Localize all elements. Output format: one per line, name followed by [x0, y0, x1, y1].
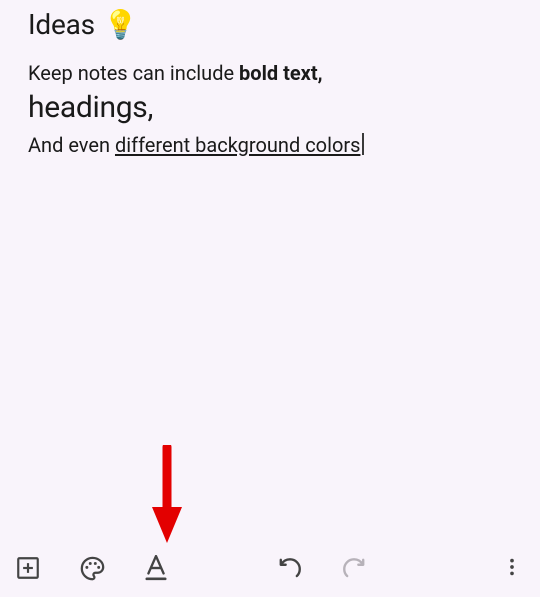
note-body[interactable]: Keep notes can include bold text, headin… — [28, 59, 512, 159]
bottom-toolbar — [0, 539, 540, 597]
text-format-icon — [145, 555, 167, 581]
note-line-3: And even different background colors — [28, 131, 512, 159]
undo-icon — [277, 555, 303, 581]
note-line3-underlined: different background colors — [115, 133, 360, 157]
note-line1-bold: bold text, — [239, 61, 323, 85]
red-arrow-annotation — [148, 445, 186, 549]
note-title-text: Ideas — [28, 8, 95, 41]
toolbar-left-group — [14, 554, 368, 582]
note-line3-prefix: And even — [28, 133, 115, 157]
overflow-menu-button[interactable] — [498, 554, 526, 582]
note-content: Ideas 💡 Keep notes can include bold text… — [0, 0, 540, 159]
note-line-1: Keep notes can include bold text, — [28, 59, 512, 87]
note-heading-line: headings, — [28, 89, 512, 127]
note-title[interactable]: Ideas 💡 — [28, 8, 138, 41]
toolbar-right-group — [498, 554, 526, 582]
undo-button[interactable] — [276, 554, 304, 582]
text-cursor — [362, 133, 364, 155]
note-line1-prefix: Keep notes can include — [28, 61, 239, 85]
redo-button[interactable] — [340, 554, 368, 582]
more-vert-icon — [501, 556, 523, 581]
text-format-button[interactable] — [142, 554, 170, 582]
palette-button[interactable] — [78, 554, 106, 582]
lightbulb-icon: 💡 — [103, 11, 138, 39]
palette-icon — [79, 555, 106, 582]
add-box-button[interactable] — [14, 554, 42, 582]
add-box-icon — [15, 555, 41, 581]
redo-icon — [341, 555, 367, 581]
